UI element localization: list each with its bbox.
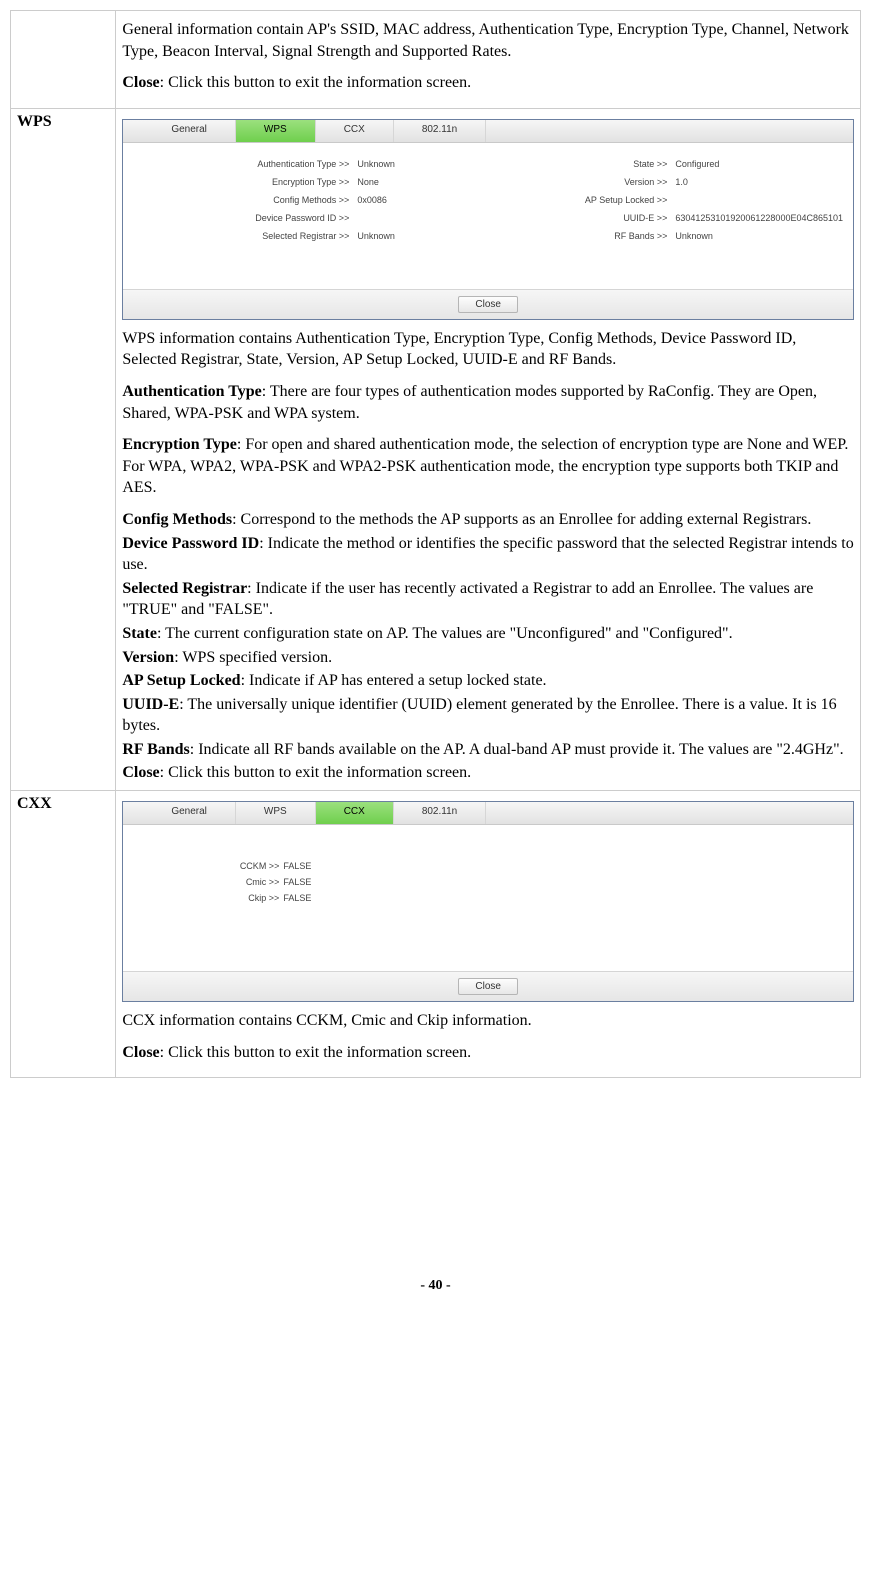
wps-sr-t: Selected Registrar [122, 580, 247, 597]
f-sr-l: Selected Registrar >> [173, 231, 353, 241]
wps-close-button[interactable]: Close [458, 296, 518, 313]
wps-apl-line: AP Setup Locked: Indicate if AP has ente… [122, 670, 854, 692]
cxx-panel-body: CCKM >> FALSE Cmic >> FALSE Ckip >> FALS… [123, 825, 853, 971]
general-close-line: Close: Click this button to exit the inf… [122, 72, 854, 94]
f-auth-type-l: Authentication Type >> [173, 159, 353, 169]
cxx-cckm-v: FALSE [283, 861, 363, 871]
wps-rf-d: : Indicate all RF bands available on the… [190, 741, 844, 758]
wps-ver-t: Version [122, 649, 174, 666]
f-version-v: 1.0 [675, 177, 843, 187]
wps-intro: WPS information contains Authentication … [122, 328, 854, 371]
general-close-desc: : Click this button to exit the informat… [160, 74, 472, 91]
tab-spacer [486, 120, 853, 142]
f-cfg-l: Config Methods >> [173, 195, 353, 205]
wps-rf-line: RF Bands: Indicate all RF bands availabl… [122, 739, 854, 761]
wps-close-line: Close: Click this button to exit the inf… [122, 762, 854, 784]
cxx-fields: CCKM >> FALSE Cmic >> FALSE Ckip >> FALS… [193, 861, 843, 903]
cxx-cmic-l: Cmic >> [193, 877, 283, 887]
wps-panel: General WPS CCX 802.11n Authentication T… [122, 119, 854, 320]
wps-cfg-line: Config Methods: Correspond to the method… [122, 509, 854, 531]
wps-state-line: State: The current configuration state o… [122, 623, 854, 645]
general-close-term: Close [122, 74, 159, 91]
f-cfg-v: 0x0086 [357, 195, 537, 205]
f-dpw-l: Device Password ID >> [173, 213, 353, 223]
cxx-tab-spacer [486, 802, 853, 824]
wps-panel-body: Authentication Type >> Unknown State >> … [123, 143, 853, 289]
f-version-l: Version >> [541, 177, 671, 187]
wps-state-d: : The current configuration state on AP.… [157, 625, 733, 642]
wps-enc-line: Encryption Type: For open and shared aut… [122, 434, 854, 499]
tab-general[interactable]: General [143, 120, 236, 142]
f-uuid-v: 63041253101920061228000E04C865101 [675, 213, 843, 223]
row-general-label-cell [11, 11, 116, 109]
f-dpw-v [357, 213, 537, 223]
cxx-tabbar: General WPS CCX 802.11n [123, 802, 853, 825]
wps-close-row: Close [123, 289, 853, 319]
cxx-ckip-v: FALSE [283, 893, 363, 903]
f-sr-v: Unknown [357, 231, 537, 241]
cxx-cmic-v: FALSE [283, 877, 363, 887]
row-wps-label: WPS [11, 108, 116, 790]
cxx-close-d: : Click this button to exit the informat… [160, 1044, 472, 1061]
cxx-close-row: Close [123, 971, 853, 1001]
wps-uuid-d: : The universally unique identifier (UUI… [122, 696, 836, 735]
wps-uuid-t: UUID-E [122, 696, 179, 713]
wps-ver-d: : WPS specified version. [174, 649, 332, 666]
cxx-close-line: Close: Click this button to exit the inf… [122, 1042, 854, 1064]
general-desc: General information contain AP's SSID, M… [122, 19, 854, 62]
cxx-close-t: Close [122, 1044, 159, 1061]
wps-apl-t: AP Setup Locked [122, 672, 240, 689]
f-enc-l: Encryption Type >> [173, 177, 353, 187]
row-wps-content: General WPS CCX 802.11n Authentication T… [116, 108, 861, 790]
wps-fields: Authentication Type >> Unknown State >> … [173, 159, 843, 241]
f-state-v: Configured [675, 159, 843, 169]
cxx-cckm-l: CCKM >> [193, 861, 283, 871]
wps-cfg-t: Config Methods [122, 511, 232, 528]
wps-rf-t: RF Bands [122, 741, 189, 758]
wps-apl-d: : Indicate if AP has entered a setup loc… [241, 672, 547, 689]
f-auth-type-v: Unknown [357, 159, 537, 169]
wps-tabbar: General WPS CCX 802.11n [123, 120, 853, 143]
wps-uuid-line: UUID-E: The universally unique identifie… [122, 694, 854, 737]
row-general-content: General information contain AP's SSID, M… [116, 11, 861, 109]
wps-sr-line: Selected Registrar: Indicate if the user… [122, 578, 854, 621]
cxx-desc: CCX information contains CCKM, Cmic and … [122, 1010, 854, 1032]
f-aplock-v [675, 195, 843, 205]
wps-cfg-d: : Correspond to the methods the AP suppo… [232, 511, 811, 528]
f-aplock-l: AP Setup Locked >> [541, 195, 671, 205]
cxx-tab-80211n[interactable]: 802.11n [394, 802, 486, 824]
tab-wps[interactable]: WPS [236, 120, 316, 142]
wps-state-t: State [122, 625, 157, 642]
cxx-close-button[interactable]: Close [458, 978, 518, 995]
wps-dpw-t: Device Password ID [122, 535, 259, 552]
page-number: - 40 - [10, 1278, 861, 1294]
f-uuid-l: UUID-E >> [541, 213, 671, 223]
cxx-tab-wps[interactable]: WPS [236, 802, 316, 824]
wps-auth-t: Authentication Type [122, 383, 261, 400]
doc-table: General information contain AP's SSID, M… [10, 10, 861, 1078]
row-cxx-content: General WPS CCX 802.11n CCKM >> FALSE Cm… [116, 791, 861, 1078]
cxx-tab-general[interactable]: General [143, 802, 236, 824]
cxx-panel: General WPS CCX 802.11n CCKM >> FALSE Cm… [122, 801, 854, 1002]
row-cxx-label: CXX [11, 791, 116, 1078]
wps-auth-line: Authentication Type: There are four type… [122, 381, 854, 424]
wps-dpw-line: Device Password ID: Indicate the method … [122, 533, 854, 576]
cxx-tab-ccx[interactable]: CCX [316, 802, 394, 824]
f-enc-v: None [357, 177, 537, 187]
wps-enc-t: Encryption Type [122, 436, 237, 453]
f-rf-v: Unknown [675, 231, 843, 241]
wps-close-t: Close [122, 764, 159, 781]
tab-ccx[interactable]: CCX [316, 120, 394, 142]
f-state-l: State >> [541, 159, 671, 169]
wps-close-d: : Click this button to exit the informat… [160, 764, 472, 781]
wps-ver-line: Version: WPS specified version. [122, 647, 854, 669]
tab-80211n[interactable]: 802.11n [394, 120, 486, 142]
cxx-ckip-l: Ckip >> [193, 893, 283, 903]
f-rf-l: RF Bands >> [541, 231, 671, 241]
